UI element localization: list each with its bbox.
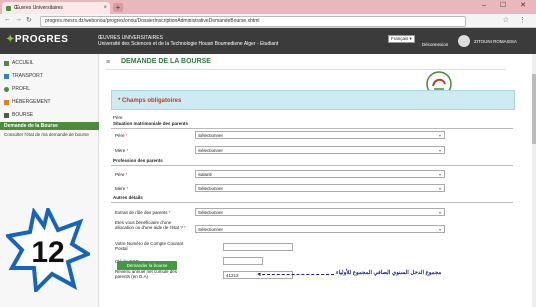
language-select[interactable]: Français ▾: [388, 35, 415, 43]
site-header: ✦PROGRES ŒUVRES UNIVERSITAIRES Universit…: [0, 28, 536, 54]
row-label-ccp-number: Votre Numéro de Compte Courant Postal: [115, 241, 184, 251]
sidebar-item-label: TRANSPORT: [12, 73, 43, 79]
forward-icon[interactable]: →: [15, 16, 22, 23]
bus-icon: [4, 73, 9, 79]
bed-icon: [4, 99, 9, 105]
back-icon[interactable]: ←: [4, 16, 11, 23]
page-title: DEMANDE DE LA BOURSE: [121, 58, 211, 65]
ccp-number-input[interactable]: [223, 243, 293, 251]
pere-marital-select[interactable]: Sélectionner ▾: [195, 131, 445, 139]
univ-line-2: Université des Sciences et de la Technol…: [98, 41, 279, 47]
app-window: Œuvres Universitaires × + – ☐ ✕ ← → ↻ pr…: [0, 0, 536, 307]
progres-logo[interactable]: ✦PROGRES: [6, 34, 68, 45]
annotation-dash: [262, 274, 334, 275]
pere-profession-select[interactable]: Salarié ▾: [195, 170, 445, 178]
star-badge-icon: 12: [6, 208, 90, 292]
mere-profession-select[interactable]: Sélectionner ▾: [195, 184, 445, 192]
sidebar-item-consulter[interactable]: Consulter l'état de ma demande de bourse: [4, 132, 92, 138]
menu-toggle-icon[interactable]: ≡: [106, 59, 110, 66]
user-icon: [4, 86, 9, 92]
arrow-left-icon: ◂: [257, 271, 261, 278]
favicon-icon: [6, 5, 11, 11]
scrollbar-thumb[interactable]: [532, 74, 536, 144]
sidebar-item-demande-bourse[interactable]: Demande de la Bourse: [0, 122, 100, 130]
sidebar-item-label: BOURSE: [12, 112, 34, 118]
badge-number: 12: [31, 236, 64, 269]
scrollbar[interactable]: [532, 54, 536, 307]
sidebar-item-label: ACCUEIL: [12, 60, 34, 66]
url-input[interactable]: progres.mesrs.dz/webonou/progres/onou/Do…: [40, 16, 466, 27]
address-bar: ← → ↻ progres.mesrs.dz/webonou/progres/o…: [0, 14, 536, 28]
close-tab-icon[interactable]: ×: [103, 5, 107, 11]
avatar[interactable]: [458, 35, 470, 47]
section-profession: Profession des parents: [111, 157, 513, 166]
browser-tab[interactable]: Œuvres Universitaires ×: [2, 2, 110, 14]
ccp-key-input[interactable]: [223, 257, 263, 265]
university-name: ŒUVRES UNIVERSITAIRES Université des Sci…: [98, 35, 278, 47]
section-autres: Autres détails: [111, 194, 513, 203]
submit-button[interactable]: Demander la bourse: [117, 261, 177, 270]
sidebar-item-accueil[interactable]: ACCUEIL: [4, 60, 34, 66]
tab-title: Œuvres Universitaires: [14, 5, 63, 11]
sidebar-item-bourse[interactable]: BOURSE: [4, 112, 33, 118]
section-marital: Situation matrimoniale des parents: [111, 120, 513, 129]
window-controls[interactable]: – ☐ ✕: [482, 1, 532, 9]
money-icon: [4, 112, 9, 118]
sidebar-item-label: HÉBERGEMENT: [12, 99, 51, 105]
logout-link[interactable]: Déconnexion: [422, 42, 448, 47]
new-tab-button[interactable]: +: [113, 3, 123, 12]
sidebar-item-hebergement[interactable]: HÉBERGEMENT: [4, 99, 51, 105]
sidebar-item-label: PROFIL: [12, 86, 31, 92]
home-icon: [4, 60, 9, 66]
sidebar-item-profil[interactable]: PROFIL: [4, 86, 30, 92]
browser-tab-bar: Œuvres Universitaires × + – ☐ ✕: [0, 0, 536, 14]
reload-icon[interactable]: ↻: [26, 16, 32, 24]
required-fields-notice: * Champs obligatoires: [111, 90, 515, 110]
row-label-mere-profession: Mère *: [115, 186, 129, 191]
sidebar-item-transport[interactable]: TRANSPORT: [4, 73, 43, 79]
allocation-select[interactable]: Sélectionner ▾: [195, 225, 445, 233]
row-label-pere-profession: Père *: [115, 172, 128, 177]
row-label-allocation: Etes vous bénéficiaire d'une allocation …: [115, 220, 186, 230]
row-label-pere: Père *: [115, 133, 128, 138]
row-label-revenu: Revenu annuel net cumulé des parents (en…: [115, 269, 178, 279]
row-label-extrait: Extrait de rôle des parents *: [115, 210, 171, 215]
user-name[interactable]: ZITOUNI ROMAISSA: [474, 39, 517, 44]
extrait-role-select[interactable]: Sélectionner ▾: [195, 208, 445, 216]
row-label-mere: Mère *: [115, 148, 129, 153]
browser-toolbar-icons[interactable]: ☆ ⋮: [503, 16, 530, 24]
mere-marital-select[interactable]: Sélectionner ▾: [195, 146, 445, 154]
arabic-annotation: مجموع الدخل السنوي الصافي المجموع للأولي…: [336, 270, 442, 276]
